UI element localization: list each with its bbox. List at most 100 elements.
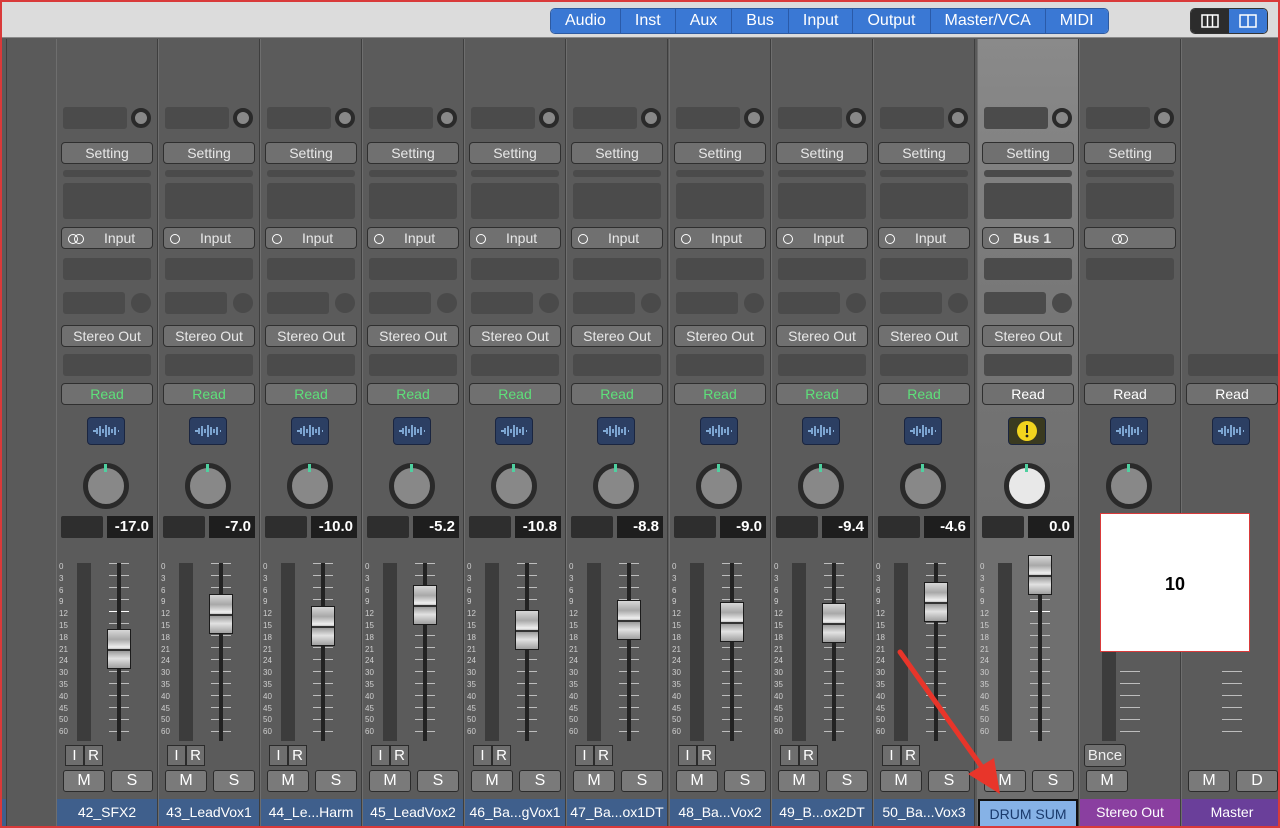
eq-thumbnail[interactable] xyxy=(880,183,968,219)
setting-button[interactable]: Setting xyxy=(265,142,357,164)
volume-value[interactable]: -10.8 xyxy=(515,516,561,538)
group-slot[interactable] xyxy=(676,354,764,376)
link-icon[interactable] xyxy=(335,108,355,128)
send-knob-icon[interactable] xyxy=(539,293,559,313)
solo-button[interactable]: S xyxy=(417,770,459,792)
pan-knob[interactable] xyxy=(696,463,742,509)
group-slot[interactable] xyxy=(880,354,968,376)
record-enable-button[interactable]: R xyxy=(799,745,818,766)
send-slot[interactable] xyxy=(984,292,1046,314)
record-enable-button[interactable]: R xyxy=(288,745,307,766)
setting-button[interactable]: Setting xyxy=(1084,142,1176,164)
group-slot[interactable] xyxy=(1188,354,1278,376)
waveform-icon[interactable] xyxy=(189,417,227,445)
volume-fader[interactable] xyxy=(617,600,641,640)
record-enable-button[interactable]: R xyxy=(594,745,613,766)
volume-value[interactable]: -10.0 xyxy=(311,516,357,538)
eq-slot[interactable] xyxy=(267,107,331,129)
solo-button[interactable]: S xyxy=(315,770,357,792)
channel-name[interactable]: 49_B...ox2DT xyxy=(772,799,872,826)
send-knob-icon[interactable] xyxy=(437,293,457,313)
channel-name[interactable]: 44_Le...Harm xyxy=(261,799,361,826)
mute-button[interactable]: M xyxy=(369,770,411,792)
filter-audio-button[interactable]: Audio xyxy=(551,9,621,33)
link-icon[interactable] xyxy=(1052,108,1072,128)
pan-knob[interactable] xyxy=(185,463,231,509)
record-enable-button[interactable]: R xyxy=(697,745,716,766)
send-knob-icon[interactable] xyxy=(131,293,151,313)
automation-read-button[interactable]: Read xyxy=(61,383,153,405)
audio-fx-slot[interactable] xyxy=(573,258,661,280)
channel-name[interactable]: 45_LeadVox2 xyxy=(363,799,463,826)
volume-value[interactable]: -14.2 xyxy=(0,516,2,538)
automation-read-button[interactable]: Read xyxy=(878,383,970,405)
automation-read-button[interactable]: ad xyxy=(0,383,2,405)
send-slot[interactable] xyxy=(267,292,329,314)
pan-knob[interactable] xyxy=(389,463,435,509)
send-slot[interactable] xyxy=(369,292,431,314)
setting-button[interactable]: Setting xyxy=(982,142,1074,164)
channel-name[interactable]: Master xyxy=(1182,799,1278,826)
channel-name[interactable]: 43_LeadVox1 xyxy=(159,799,259,826)
link-icon[interactable] xyxy=(233,108,253,128)
output-button[interactable]: Stereo Out xyxy=(571,325,663,347)
audio-fx-slot[interactable] xyxy=(778,258,866,280)
volume-value[interactable]: -9.4 xyxy=(822,516,868,538)
eq-slot[interactable] xyxy=(165,107,229,129)
send-slot[interactable] xyxy=(778,292,840,314)
eq-thumbnail[interactable] xyxy=(1086,183,1174,219)
channel-name[interactable]: 47_Ba...ox1DT xyxy=(567,799,667,826)
setting-button[interactable]: tting xyxy=(0,142,2,164)
send-slot[interactable] xyxy=(63,292,125,314)
record-enable-button[interactable]: R xyxy=(901,745,920,766)
automation-read-button[interactable]: Read xyxy=(776,383,868,405)
input-button[interactable]: Input xyxy=(878,227,970,249)
setting-button[interactable]: Setting xyxy=(674,142,766,164)
volume-fader[interactable] xyxy=(107,629,131,669)
waveform-icon[interactable] xyxy=(1212,417,1250,445)
send-slot[interactable] xyxy=(165,292,227,314)
volume-value[interactable]: -7.0 xyxy=(209,516,255,538)
eq-slot[interactable] xyxy=(1086,107,1150,129)
waveform-icon[interactable] xyxy=(495,417,533,445)
input-monitor-button[interactable]: I xyxy=(371,745,390,766)
eq-thumbnail[interactable] xyxy=(267,183,355,219)
setting-button[interactable]: Setting xyxy=(571,142,663,164)
eq-thumbnail[interactable] xyxy=(165,183,253,219)
setting-button[interactable]: Setting xyxy=(367,142,459,164)
eq-slot[interactable] xyxy=(984,107,1048,129)
input-monitor-button[interactable]: I xyxy=(65,745,84,766)
group-slot[interactable] xyxy=(984,354,1072,376)
input-monitor-button[interactable]: I xyxy=(167,745,186,766)
volume-fader[interactable] xyxy=(515,610,539,650)
input-button[interactable]: Input xyxy=(367,227,459,249)
output-button[interactable]: o Out xyxy=(0,325,2,347)
output-button[interactable]: Stereo Out xyxy=(674,325,766,347)
mute-button[interactable]: M xyxy=(267,770,309,792)
input-monitor-button[interactable]: I xyxy=(473,745,492,766)
eq-thumbnail[interactable] xyxy=(63,183,151,219)
mute-button[interactable]: M xyxy=(63,770,105,792)
solo-button[interactable]: S xyxy=(519,770,561,792)
eq-slot[interactable] xyxy=(471,107,535,129)
input-button[interactable]: Bus 1 xyxy=(982,227,1074,249)
bounce-button[interactable]: Bnce xyxy=(1084,744,1126,767)
pan-knob[interactable] xyxy=(287,463,333,509)
group-slot[interactable] xyxy=(471,354,559,376)
filter-bus-button[interactable]: Bus xyxy=(732,9,789,33)
pan-knob[interactable] xyxy=(900,463,946,509)
solo-button[interactable]: S xyxy=(621,770,663,792)
group-slot[interactable] xyxy=(369,354,457,376)
send-slot[interactable] xyxy=(573,292,635,314)
waveform-icon[interactable] xyxy=(87,417,125,445)
group-slot[interactable] xyxy=(63,354,151,376)
channel-name[interactable]: 42_SFX2 xyxy=(57,799,157,826)
input-button[interactable]: Input xyxy=(61,227,153,249)
waveform-icon[interactable] xyxy=(597,417,635,445)
group-slot[interactable] xyxy=(165,354,253,376)
volume-fader[interactable] xyxy=(1028,555,1052,595)
output-button[interactable]: Stereo Out xyxy=(265,325,357,347)
output-button[interactable]: Stereo Out xyxy=(776,325,868,347)
link-icon[interactable] xyxy=(131,108,151,128)
volume-fader[interactable] xyxy=(924,582,948,622)
